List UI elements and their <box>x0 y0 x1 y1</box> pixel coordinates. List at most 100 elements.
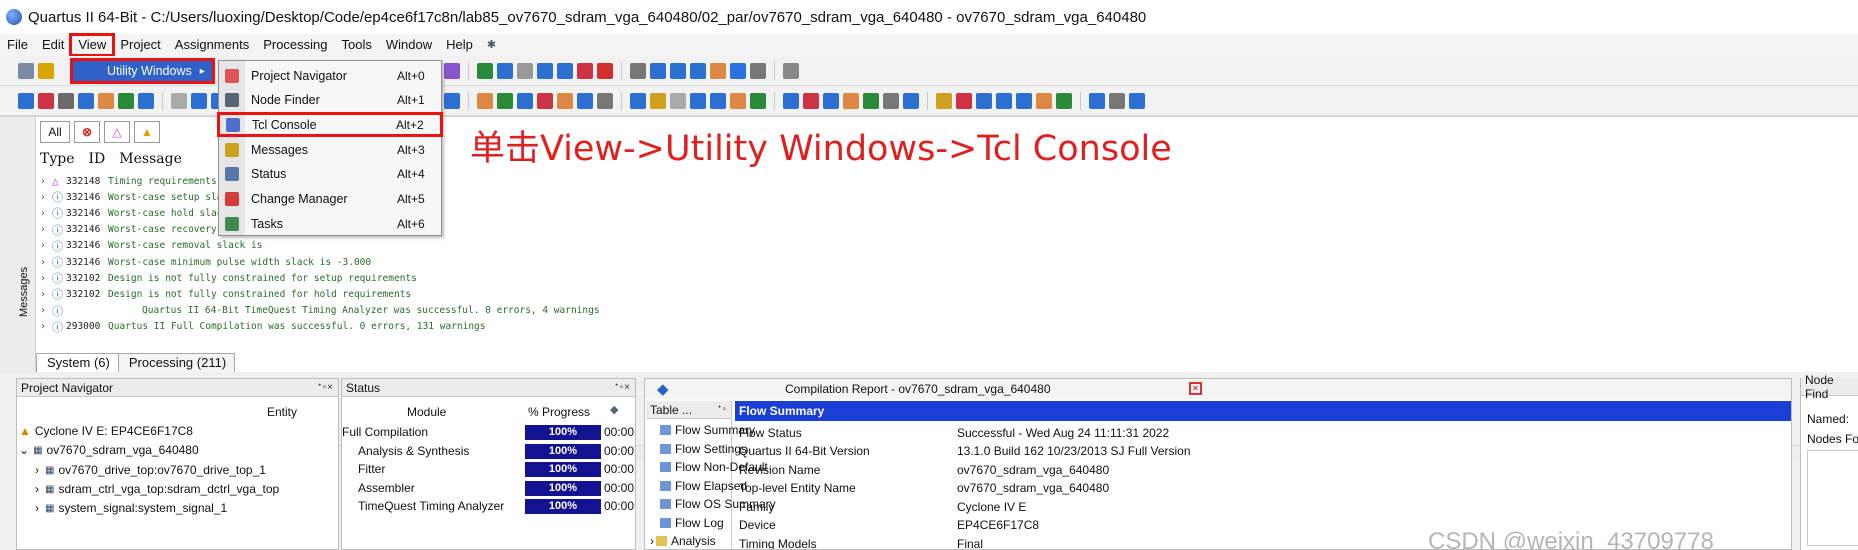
toolbar-button-icon[interactable] <box>730 62 746 79</box>
expand-chevron-icon[interactable]: › <box>35 482 39 496</box>
toolbar-button-icon[interactable] <box>537 92 553 109</box>
tab-processing[interactable]: Processing (211) <box>117 353 236 372</box>
toolbar-button-icon[interactable] <box>497 92 513 109</box>
tab-system[interactable]: System (6) <box>36 353 119 372</box>
toolbar-button-icon[interactable] <box>597 62 613 79</box>
expand-arrow-icon[interactable]: › <box>40 208 52 219</box>
toolbar-button-icon[interactable] <box>557 62 573 79</box>
submenu-item-tcl-console[interactable]: Tcl Console Alt+2 <box>217 112 443 138</box>
toolbar-button-icon[interactable] <box>823 92 839 109</box>
message-row[interactable]: › ⓘ 332146 Worst-case hold slack is <box>40 205 245 221</box>
child-entity-row[interactable]: › ▦ system_signal:system_signal_1 <box>35 501 227 515</box>
message-row[interactable]: › ⓘ 332146 Worst-case removal slack is <box>40 238 262 254</box>
panel-controls-icon[interactable]: ᐩ▫× <box>318 382 334 393</box>
toolbar-button-icon[interactable] <box>38 62 54 79</box>
col-progress[interactable]: % Progress <box>528 405 590 419</box>
toolbar-button-icon[interactable] <box>444 62 460 79</box>
sort-icon[interactable]: ◆ <box>610 403 618 416</box>
expand-arrow-icon[interactable]: › <box>40 176 52 187</box>
toolbar-button-icon[interactable] <box>1056 92 1072 109</box>
menu-assignments[interactable]: Assignments <box>168 35 256 55</box>
pin-icon[interactable]: ✱ <box>480 35 503 55</box>
toolbar-button-icon[interactable] <box>690 92 706 109</box>
toolbar-button-icon[interactable] <box>577 62 593 79</box>
toolbar-button-icon[interactable] <box>537 62 553 79</box>
expand-arrow-icon[interactable]: › <box>40 224 52 235</box>
toolbar-button-icon[interactable] <box>670 62 686 79</box>
toolbar-button-icon[interactable] <box>138 92 154 109</box>
toolbar-button-icon[interactable] <box>477 92 493 109</box>
toolbar-button-icon[interactable] <box>863 92 879 109</box>
submenu-item-change-manager[interactable]: Change Manager Alt+5 <box>219 187 441 212</box>
toolbar-button-icon[interactable] <box>98 92 114 109</box>
toolbar-button-icon[interactable] <box>843 92 859 109</box>
toolbar-button-icon[interactable] <box>956 92 972 109</box>
expand-arrow-icon[interactable]: › <box>40 257 52 268</box>
menu-project[interactable]: Project <box>113 35 167 55</box>
toolbar-button-icon[interactable] <box>903 92 919 109</box>
toc-item[interactable]: Flow Elapsed <box>660 479 747 493</box>
toolbar-button-icon[interactable] <box>650 92 666 109</box>
expand-arrow-icon[interactable]: › <box>650 534 654 548</box>
message-row[interactable]: › ⓘ 332146 Worst-case minimum pulse width s… <box>40 254 371 270</box>
toolbar-button-icon[interactable] <box>710 62 726 79</box>
message-row[interactable]: › ⓘ Quartus II 64-Bit TimeQuest Timing Ana… <box>40 303 600 319</box>
toolbar-button-icon[interactable] <box>191 92 207 109</box>
col-id[interactable]: ID <box>89 151 106 167</box>
filter-all-button[interactable]: All <box>40 121 70 143</box>
filter-error-button[interactable]: ⊗ <box>74 121 100 143</box>
toolbar-button-icon[interactable] <box>118 92 134 109</box>
toolbar-button-icon[interactable] <box>517 62 533 79</box>
col-type[interactable]: Type <box>40 151 75 167</box>
toolbar-button-icon[interactable] <box>171 92 187 109</box>
toolbar-button-icon[interactable] <box>78 92 94 109</box>
expand-arrow-icon[interactable]: › <box>40 273 52 284</box>
toolbar-button-icon[interactable] <box>803 92 819 109</box>
submenu-item-node-finder[interactable]: Node Finder Alt+1 <box>219 88 441 113</box>
toolbar-button-icon[interactable] <box>630 92 646 109</box>
toolbar-button-icon[interactable] <box>18 62 34 79</box>
menu-help[interactable]: Help <box>439 35 480 55</box>
submenu-item-messages[interactable]: Messages Alt+3 <box>219 137 441 162</box>
expand-chevron-icon[interactable]: › <box>35 463 39 477</box>
toolbar-button-icon[interactable] <box>597 92 613 109</box>
col-message[interactable]: Message <box>119 151 182 167</box>
device-row[interactable]: ▲ Cyclone IV E: EP4CE6F17C8 <box>19 424 193 438</box>
col-module[interactable]: Module <box>407 405 446 419</box>
toc-item[interactable]: Flow Log <box>660 516 724 530</box>
menu-tools[interactable]: Tools <box>335 35 379 55</box>
toolbar-button-icon[interactable] <box>670 92 686 109</box>
message-row[interactable]: › ⓘ 332102 Design is not fully constrained … <box>40 286 411 302</box>
toolbar-button-icon[interactable] <box>1016 92 1032 109</box>
toolbar-button-icon[interactable] <box>783 92 799 109</box>
submenu-item-status[interactable]: Status Alt+4 <box>219 162 441 187</box>
toolbar-button-icon[interactable] <box>750 62 766 79</box>
submenu-item-tasks[interactable]: Tasks Alt+6 <box>219 211 441 236</box>
panel-controls-icon[interactable]: ᐩ▫× <box>615 382 631 393</box>
messages-side-tab[interactable]: Messages <box>0 117 36 373</box>
top-entity-row[interactable]: ⌄ ▦ ov7670_sdram_vga_640480 <box>19 443 199 457</box>
menu-file[interactable]: File <box>0 35 35 55</box>
close-report-icon[interactable]: × <box>1189 382 1202 395</box>
toolbar-button-icon[interactable] <box>1036 92 1052 109</box>
expand-arrow-icon[interactable]: › <box>40 305 52 316</box>
toolbar-button-icon[interactable] <box>444 92 460 109</box>
toolbar-button-icon[interactable] <box>883 92 899 109</box>
toolbar-button-icon[interactable] <box>650 62 666 79</box>
toolbar-button-icon[interactable] <box>58 92 74 109</box>
entity-column-header[interactable]: Entity <box>267 405 297 419</box>
menu-edit[interactable]: Edit <box>35 35 71 55</box>
toolbar-button-icon[interactable] <box>1089 92 1105 109</box>
toolbar-button-icon[interactable] <box>710 92 726 109</box>
child-entity-row[interactable]: › ▦ sdram_ctrl_vga_top:sdram_dctrl_vga_top <box>35 482 279 496</box>
toolbar-button-icon[interactable] <box>690 62 706 79</box>
expand-chevron-icon[interactable]: › <box>35 501 39 515</box>
expand-arrow-icon[interactable]: › <box>40 289 52 300</box>
message-row[interactable]: › ⓘ 293000 Quartus II Full Compilation was … <box>40 319 486 335</box>
expand-arrow-icon[interactable]: › <box>40 240 52 251</box>
panel-controls-icon[interactable]: ᐩ▫ <box>718 404 727 415</box>
toolbar-button-icon[interactable] <box>750 92 766 109</box>
toolbar-button-icon[interactable] <box>477 62 493 79</box>
nodes-found-list[interactable] <box>1807 450 1858 546</box>
toc-item[interactable]: › Analysis <box>650 534 716 548</box>
